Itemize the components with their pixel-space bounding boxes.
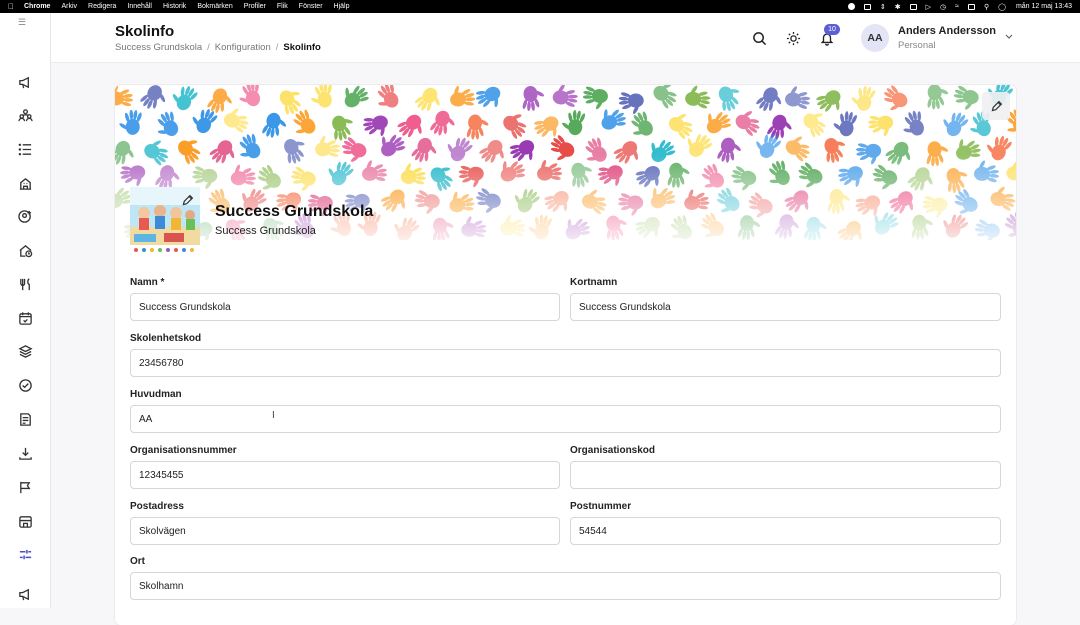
list-icon[interactable] bbox=[15, 139, 35, 159]
ort-label: Ort bbox=[130, 556, 145, 567]
users-icon[interactable] bbox=[15, 105, 35, 125]
namn-input[interactable] bbox=[130, 293, 560, 321]
breadcrumb: Success Grundskola / Konfiguration / Skolinf… bbox=[115, 42, 321, 53]
building-icon[interactable] bbox=[15, 173, 35, 193]
breadcrumb-item[interactable]: Success Grundskola bbox=[115, 42, 202, 53]
skolenhetskod-label: Skolenhetskod bbox=[130, 333, 202, 344]
school-subtitle: Success Grundskola bbox=[215, 225, 316, 237]
page-header: Skolinfo Success Grundskola / Konfiguratio… bbox=[51, 13, 1080, 63]
menu-item[interactable]: Historik bbox=[163, 3, 186, 10]
battery-icon[interactable] bbox=[967, 3, 975, 10]
control-center-icon[interactable]: ◯ bbox=[998, 3, 1006, 11]
page-title: Skolinfo bbox=[115, 23, 175, 40]
check-circle-icon[interactable] bbox=[15, 375, 35, 395]
user-role: Personal bbox=[898, 40, 936, 51]
user-name[interactable]: Anders Andersson bbox=[898, 25, 996, 37]
record-icon[interactable] bbox=[847, 3, 855, 10]
layers-icon[interactable] bbox=[15, 341, 35, 361]
chevron-down-icon[interactable] bbox=[1004, 31, 1014, 41]
breadcrumb-current: Skolinfo bbox=[283, 42, 321, 53]
menu-item[interactable]: Arkiv bbox=[61, 3, 77, 10]
document-icon[interactable] bbox=[15, 409, 35, 429]
flag-icon[interactable] bbox=[15, 477, 35, 497]
menu-item[interactable]: Profiler bbox=[244, 3, 266, 10]
os-menubar:  Chrome Arkiv Redigera Innehåll Histori… bbox=[0, 0, 1080, 13]
ort-input[interactable] bbox=[130, 572, 1001, 600]
sun-icon[interactable] bbox=[784, 29, 802, 47]
menu-app[interactable]: Chrome bbox=[24, 3, 50, 10]
utensils-icon[interactable] bbox=[15, 274, 35, 294]
spotlight-icon[interactable]: ⚲ bbox=[984, 3, 989, 11]
postnummer-input[interactable] bbox=[570, 517, 1001, 545]
organisationskod-label: Organisationskod bbox=[570, 445, 656, 456]
school-logo bbox=[130, 187, 200, 255]
sliders-icon[interactable] bbox=[15, 544, 35, 564]
organisationskod-input[interactable] bbox=[570, 461, 1001, 489]
postadress-input[interactable] bbox=[130, 517, 560, 545]
breadcrumb-item[interactable]: Konfiguration bbox=[215, 42, 271, 53]
status-icon[interactable] bbox=[863, 3, 871, 10]
play-icon[interactable]: ▷ bbox=[926, 3, 931, 11]
megaphone-icon[interactable] bbox=[15, 584, 35, 604]
edit-logo-button[interactable] bbox=[177, 190, 197, 210]
organisationsnummer-label: Organisationsnummer bbox=[130, 445, 237, 456]
menu-item[interactable]: Innehåll bbox=[127, 3, 152, 10]
huvudman-label: Huvudman bbox=[130, 389, 182, 400]
pencil-icon bbox=[991, 100, 1002, 111]
bluetooth-icon[interactable]: ✱ bbox=[895, 3, 901, 11]
organisationsnummer-input[interactable] bbox=[130, 461, 560, 489]
menu-item[interactable]: Hjälp bbox=[334, 3, 350, 10]
notification-badge: 10 bbox=[824, 24, 840, 35]
clock-icon[interactable]: ◷ bbox=[940, 3, 946, 11]
kortnamn-label: Kortnamn bbox=[570, 277, 618, 288]
store-icon[interactable] bbox=[15, 511, 35, 531]
postadress-label: Postadress bbox=[130, 501, 184, 512]
menubar-clock[interactable]: mån 12 maj 13:43 bbox=[1016, 3, 1072, 10]
sidebar: ☰ bbox=[0, 13, 51, 608]
menu-item[interactable]: Redigera bbox=[88, 3, 116, 10]
school-name: Success Grundskola bbox=[215, 203, 374, 220]
user-plus-icon[interactable] bbox=[15, 206, 35, 226]
text-cursor-icon: I bbox=[272, 410, 275, 421]
pencil-icon bbox=[182, 194, 193, 205]
postnummer-label: Postnummer bbox=[570, 501, 632, 512]
kortnamn-input[interactable] bbox=[570, 293, 1001, 321]
menu-item[interactable]: Flik bbox=[277, 3, 288, 10]
huvudman-input[interactable] bbox=[130, 405, 1001, 433]
skolenhetskod-input[interactable] bbox=[130, 349, 1001, 377]
menu-item[interactable]: Fönster bbox=[299, 3, 323, 10]
download-icon[interactable] bbox=[15, 443, 35, 463]
arrows-icon[interactable]: ⇕ bbox=[880, 3, 886, 11]
namn-label: Namn * bbox=[130, 277, 165, 288]
menu-icon[interactable]: ☰ bbox=[18, 17, 26, 28]
home-clock-icon[interactable] bbox=[15, 240, 35, 260]
menu-item[interactable]: Bokmärken bbox=[197, 3, 232, 10]
search-icon[interactable] bbox=[750, 29, 768, 47]
wifi-icon[interactable]: ≈ bbox=[955, 3, 959, 10]
calendar-icon[interactable] bbox=[15, 308, 35, 328]
megaphone-icon[interactable] bbox=[15, 72, 35, 92]
window-icon[interactable] bbox=[909, 3, 917, 10]
avatar[interactable]: AA bbox=[861, 24, 889, 52]
apple-icon[interactable]:  bbox=[8, 2, 14, 11]
edit-banner-button[interactable] bbox=[982, 92, 1010, 120]
